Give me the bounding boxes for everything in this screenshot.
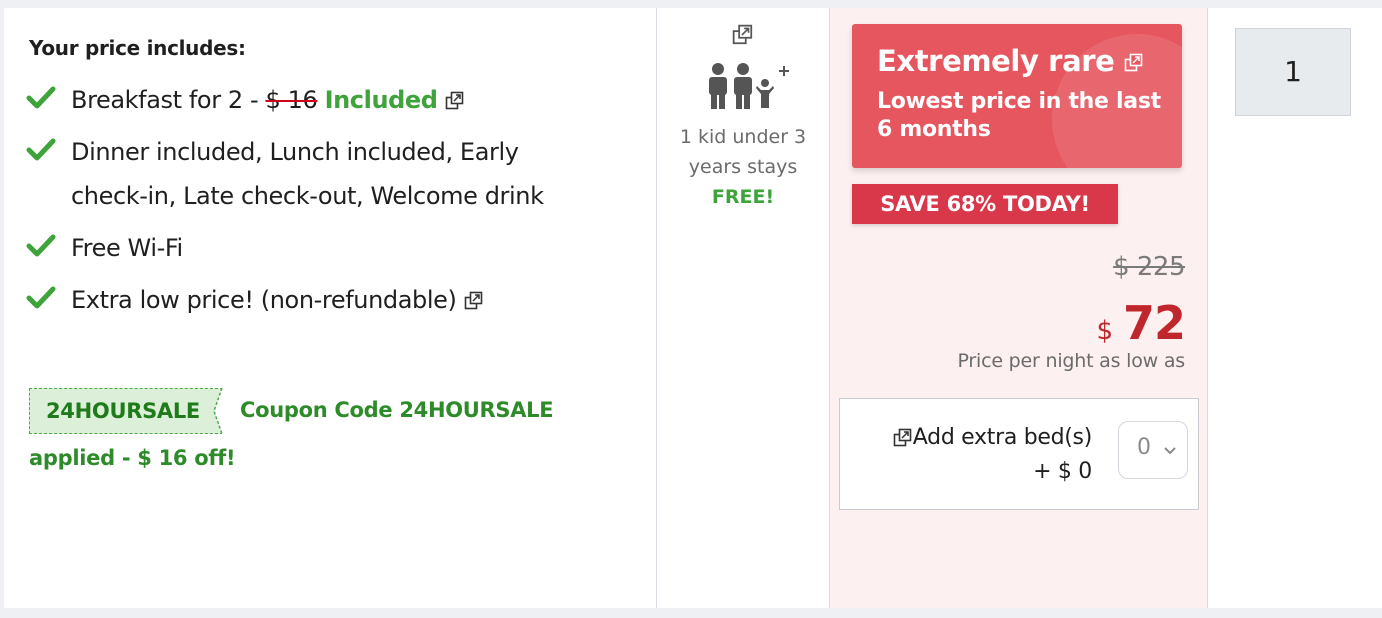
breakfast-status: Included xyxy=(324,86,438,114)
check-icon xyxy=(26,234,56,257)
guests-icon xyxy=(709,63,789,109)
rare-deal-title-text: Extremely rare xyxy=(877,44,1115,78)
list-item-breakfast: Breakfast for 2 - $ 16 Included xyxy=(26,78,566,122)
extra-bed-select[interactable]: 0 xyxy=(1118,421,1188,479)
kids-policy: 1 kid under 3 years stays FREE! xyxy=(657,122,829,212)
kids-policy-line2: years stays xyxy=(688,156,798,178)
list-item-wifi: Free Wi-Fi xyxy=(26,226,566,270)
rare-deal-title: Extremely rare xyxy=(877,44,1144,78)
original-price: $ 225 xyxy=(1113,252,1185,282)
check-icon xyxy=(26,286,56,309)
coupon-notice: 24HOURSALE Coupon Code 24HOURSALE applie… xyxy=(29,386,629,482)
meals-label: Dinner included, Lunch included, Early c… xyxy=(71,138,544,210)
wifi-label: Free Wi-Fi xyxy=(71,234,183,262)
kids-policy-line1: 1 kid under 3 xyxy=(679,126,807,148)
check-icon xyxy=(26,138,56,161)
external-link-icon[interactable] xyxy=(732,24,754,46)
external-link-icon[interactable] xyxy=(1124,53,1144,73)
list-item-meals: Dinner included, Lunch included, Early c… xyxy=(26,130,566,218)
save-badge: SAVE 68% TODAY! xyxy=(852,184,1118,224)
list-item-refund: Extra low price! (non-refundable) xyxy=(26,278,566,322)
room-quantity-value: 1 xyxy=(1284,55,1302,88)
coupon-notch-shape xyxy=(213,388,232,434)
price-currency: $ xyxy=(1096,316,1113,346)
external-link-icon[interactable] xyxy=(464,291,484,311)
extra-bed-text: Add extra bed(s) xyxy=(912,425,1093,450)
extra-bed-label: Add extra bed(s) + $ 0 xyxy=(893,421,1092,489)
room-rate-row: Your price includes: Breakfast for 2 - $… xyxy=(4,8,1382,608)
quantity-column: 1 xyxy=(1207,8,1382,608)
room-quantity-select[interactable]: 1 xyxy=(1235,28,1351,116)
coupon-code: 24HOURSALE xyxy=(46,399,200,423)
kids-free-label: FREE! xyxy=(711,186,775,208)
includes-list: Breakfast for 2 - $ 16 Included Dinner i… xyxy=(26,78,566,330)
rare-deal-card: Extremely rare Lowest price in the last … xyxy=(852,24,1182,168)
breakfast-label: Breakfast for 2 - xyxy=(71,86,259,114)
extra-bed-value: 0 xyxy=(1137,435,1151,460)
refund-label: Extra low price! (non-refundable) xyxy=(71,286,457,314)
includes-title: Your price includes: xyxy=(29,36,246,60)
rare-deal-subtitle: Lowest price in the last 6 months xyxy=(877,89,1161,142)
chevron-down-icon xyxy=(1164,447,1176,455)
external-link-icon[interactable] xyxy=(445,91,465,111)
price-column: Extremely rare Lowest price in the last … xyxy=(829,8,1207,608)
price-amount: 72 xyxy=(1122,296,1186,350)
coupon-badge: 24HOURSALE xyxy=(29,388,232,434)
price-note: Price per night as low as xyxy=(957,350,1185,372)
external-link-icon[interactable] xyxy=(893,428,913,448)
extra-bed-box: Add extra bed(s) + $ 0 0 xyxy=(839,398,1199,510)
includes-column: Your price includes: Breakfast for 2 - $… xyxy=(4,8,656,608)
breakfast-old-price: $ 16 xyxy=(265,86,318,114)
extra-bed-price: + $ 0 xyxy=(1033,459,1092,484)
occupancy-column: 1 kid under 3 years stays FREE! xyxy=(656,8,829,608)
current-price: $72 xyxy=(1096,296,1186,350)
check-icon xyxy=(26,86,56,109)
